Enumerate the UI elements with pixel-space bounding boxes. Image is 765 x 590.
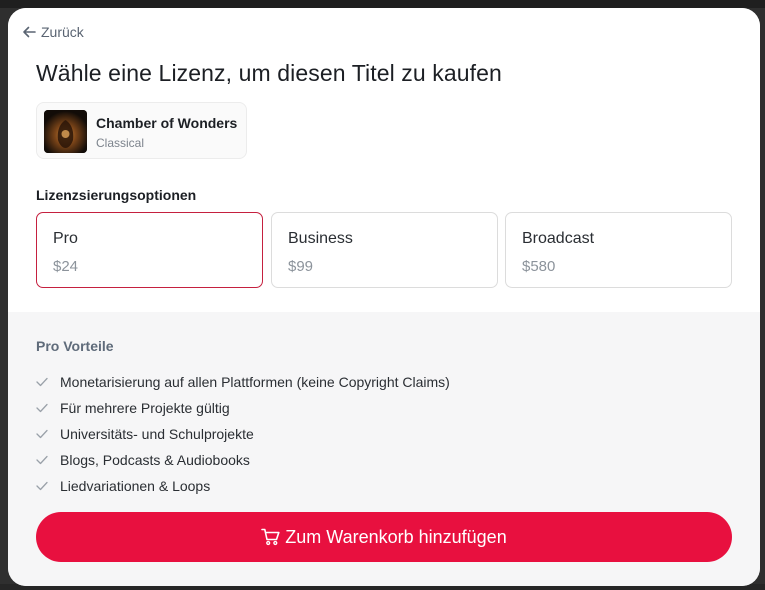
check-icon — [36, 403, 52, 413]
benefit-text: Monetarisierung auf allen Plattformen (k… — [60, 374, 450, 390]
back-link[interactable]: Zurück — [22, 24, 84, 40]
modal-title: Wähle eine Lizenz, um diesen Titel zu ka… — [36, 60, 502, 86]
benefit-text: Universitäts- und Schulprojekte — [60, 426, 254, 442]
add-to-cart-label: Zum Warenkorb hinzufügen — [285, 526, 507, 547]
benefit-text: Blogs, Podcasts & Audiobooks — [60, 452, 250, 468]
benefit-item: Blogs, Podcasts & Audiobooks — [36, 447, 450, 473]
arrow-left-icon — [22, 25, 36, 39]
license-option-broadcast[interactable]: Broadcast $580 — [505, 212, 732, 288]
license-name: Pro — [53, 230, 78, 247]
license-name: Broadcast — [522, 230, 595, 247]
track-card: Chamber of Wonders Classical — [36, 102, 247, 159]
benefit-text: Liedvariationen & Loops — [60, 478, 211, 494]
album-cover — [44, 110, 87, 153]
track-title: Chamber of Wonders — [96, 115, 238, 131]
track-genre: Classical — [96, 136, 145, 150]
benefit-text: Für mehrere Projekte gültig — [60, 400, 230, 416]
cart-icon — [261, 528, 281, 546]
license-modal: Zurück Wähle eine Lizenz, um diesen Tite… — [8, 8, 760, 586]
benefits-title: Pro Vorteile — [36, 338, 114, 354]
licensing-options-label: Lizenzsierungsoptionen — [36, 187, 197, 203]
license-option-business[interactable]: Business $99 — [271, 212, 498, 288]
check-icon — [36, 481, 52, 491]
check-icon — [36, 377, 52, 387]
license-price: $99 — [288, 258, 314, 275]
license-option-pro[interactable]: Pro $24 — [36, 212, 263, 288]
benefits-list: Monetarisierung auf allen Plattformen (k… — [36, 369, 450, 499]
add-to-cart-button[interactable]: Zum Warenkorb hinzufügen — [36, 512, 732, 562]
license-name: Business — [288, 230, 353, 247]
license-price: $580 — [522, 258, 556, 275]
check-icon — [36, 429, 52, 439]
benefit-item: Für mehrere Projekte gültig — [36, 395, 450, 421]
back-link-label: Zurück — [41, 24, 84, 40]
benefit-item: Monetarisierung auf allen Plattformen (k… — [36, 369, 450, 395]
license-price: $24 — [53, 258, 79, 275]
benefit-item: Universitäts- und Schulprojekte — [36, 421, 450, 447]
benefit-item: Liedvariationen & Loops — [36, 473, 450, 499]
backdrop-top-bar — [0, 0, 765, 8]
check-icon — [36, 455, 52, 465]
